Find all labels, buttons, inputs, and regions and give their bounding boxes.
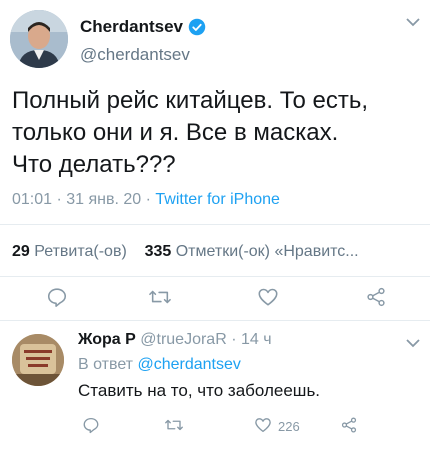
reply-author-name[interactable]: Жора Р — [78, 331, 136, 348]
reply-button[interactable] — [46, 286, 68, 311]
author-avatar[interactable] — [10, 10, 68, 68]
retweets-label: Ретвита(-ов) — [34, 243, 127, 260]
retweets-count: 29 — [12, 243, 30, 260]
tweet-text: Полный рейс китайцев. То есть, только он… — [12, 85, 422, 181]
tweet-text-line: Что делать??? — [12, 151, 176, 178]
retweet-button[interactable] — [148, 286, 172, 311]
tweet-stats: 29 Ретвита(-ов) 335 Отметки(-ок) «Нравит… — [12, 243, 359, 261]
likes-count: 335 — [144, 243, 172, 260]
reply-icon — [46, 286, 68, 311]
likes-stat[interactable]: 335 Отметки(-ок) «Нравитс... — [145, 243, 359, 260]
reply-author-handle-time[interactable]: @trueJoraR · 14 ч — [140, 331, 271, 348]
author-handle[interactable]: @cherdantsev — [80, 45, 190, 65]
avatar-photo — [12, 334, 64, 386]
tweet-meta: 01:01 · 31 янв. 20 · Twitter for iPhone — [12, 191, 280, 209]
likes-label: Отметки(-ок) «Нравитс... — [175, 243, 359, 260]
tweet-text-line: только они и я. Все в масках. — [12, 119, 339, 146]
reply-retweet-button[interactable] — [164, 416, 184, 437]
divider — [0, 320, 430, 321]
reply-text: Ставить на то, что заболеешь. — [78, 381, 321, 400]
in-reply-to-mention[interactable]: @cherdantsev — [137, 356, 240, 373]
reply-likes-count: 226 — [278, 419, 300, 434]
heart-icon — [257, 286, 279, 311]
divider — [0, 224, 430, 225]
heart-icon — [254, 416, 272, 437]
share-button[interactable] — [365, 286, 387, 311]
verified-badge-icon — [188, 18, 206, 36]
reply-author-avatar[interactable] — [12, 334, 64, 386]
share-icon — [365, 286, 387, 311]
retweet-icon — [164, 416, 184, 437]
divider — [0, 276, 430, 277]
chevron-down-icon[interactable] — [406, 337, 420, 351]
reply-header: Жора Р @trueJoraR · 14 ч — [78, 331, 272, 349]
author-name-row[interactable]: Cherdantsev — [80, 17, 206, 37]
tweet-text-line: Полный рейс китайцев. То есть, — [12, 87, 369, 114]
in-reply-to-label: В ответ — [78, 356, 138, 373]
tweet-timestamp[interactable]: 01:01 · 31 янв. 20 · — [12, 191, 155, 208]
author-name: Cherdantsev — [80, 17, 183, 36]
avatar-photo — [10, 10, 68, 68]
reply-reply-button[interactable] — [82, 416, 100, 437]
reply-like-button[interactable]: 226 — [254, 416, 300, 437]
reply-icon — [82, 416, 100, 437]
chevron-down-icon[interactable] — [406, 16, 420, 30]
share-icon — [340, 416, 358, 437]
in-reply-to: В ответ @cherdantsev — [78, 356, 241, 374]
reply-share-button[interactable] — [340, 416, 358, 437]
like-button[interactable] — [257, 286, 279, 311]
tweet-source[interactable]: Twitter for iPhone — [155, 191, 280, 208]
retweets-stat[interactable]: 29 Ретвита(-ов) — [12, 243, 127, 260]
retweet-icon — [148, 286, 172, 311]
